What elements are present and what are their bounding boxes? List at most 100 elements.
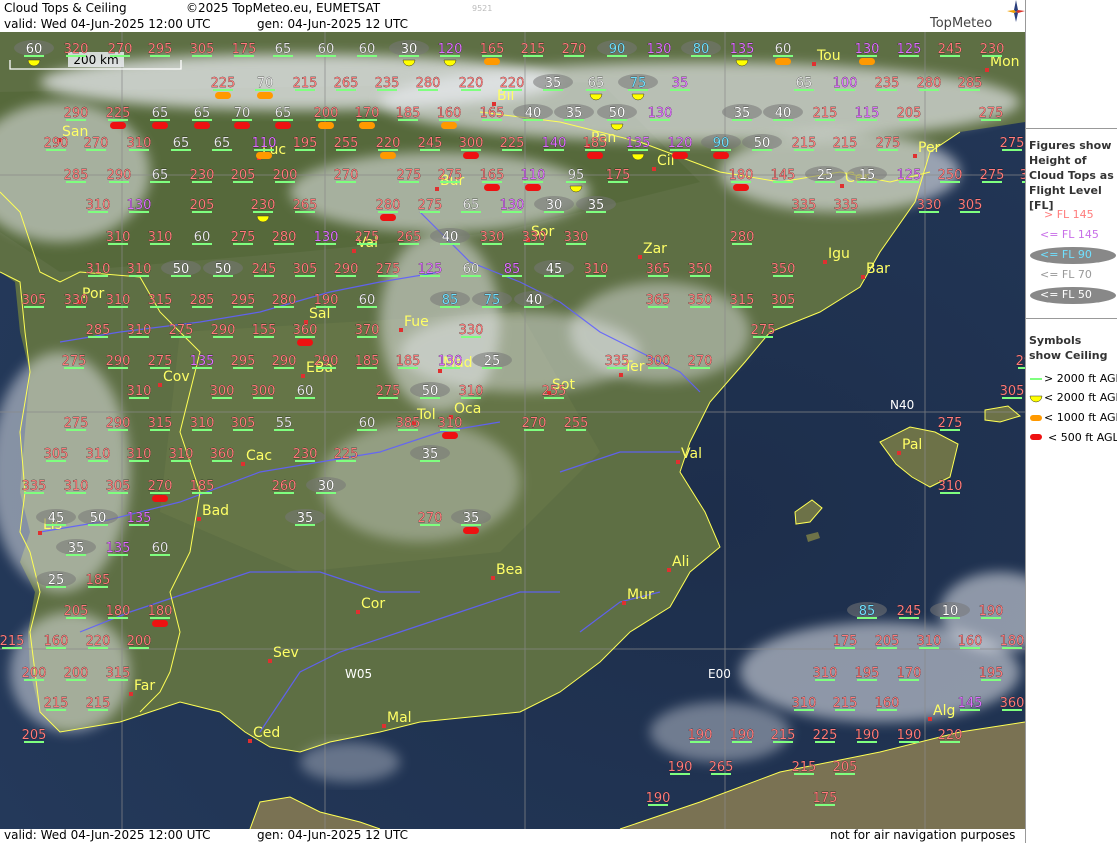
city-label[interactable]: Sev bbox=[273, 645, 299, 661]
cloud-top-value[interactable]: 120 bbox=[667, 136, 693, 151]
cloud-top-value[interactable]: 285 bbox=[85, 323, 111, 338]
cloud-top-value[interactable]: 35 bbox=[68, 541, 85, 556]
cloud-top-value[interactable]: 215 bbox=[791, 760, 817, 775]
cloud-top-value[interactable]: 205 bbox=[874, 634, 900, 649]
cloud-top-value[interactable]: 310 bbox=[126, 262, 152, 277]
cloud-top-value[interactable]: 205 bbox=[189, 198, 215, 213]
cloud-top-value[interactable]: 35 bbox=[422, 447, 439, 462]
cloud-top-value[interactable]: 310 bbox=[105, 230, 131, 245]
cloud-top-value[interactable]: 95 bbox=[568, 168, 585, 183]
cloud-top-value[interactable]: 25 bbox=[817, 168, 834, 183]
cloud-top-value[interactable]: 335 bbox=[21, 479, 47, 494]
cloud-top-value[interactable]: 305 bbox=[21, 293, 47, 308]
cloud-top-value[interactable]: 125 bbox=[896, 168, 922, 183]
cloud-top-value[interactable]: 275 bbox=[396, 168, 422, 183]
cloud-top-value[interactable]: 350 bbox=[687, 293, 713, 308]
cloud-top-value[interactable]: 275 bbox=[750, 323, 776, 338]
city-label[interactable]: Val bbox=[681, 446, 702, 462]
cloud-top-value[interactable]: 310 bbox=[437, 416, 463, 431]
cloud-top-value[interactable]: 205 bbox=[21, 728, 47, 743]
cloud-top-value[interactable]: 205 bbox=[896, 106, 922, 121]
cloud-top-value[interactable]: 310 bbox=[189, 416, 215, 431]
cloud-top-value[interactable]: 170 bbox=[354, 106, 380, 121]
cloud-top-value[interactable]: 175 bbox=[812, 791, 838, 806]
cloud-top-value[interactable]: 160 bbox=[43, 634, 69, 649]
cloud-top-value[interactable]: 10 bbox=[942, 604, 959, 619]
cloud-top-value[interactable]: 220 bbox=[375, 136, 401, 151]
cloud-top-value[interactable]: 305 bbox=[999, 384, 1025, 399]
cloud-top-value[interactable]: 225 bbox=[105, 106, 131, 121]
cloud-top-value[interactable]: 85 bbox=[859, 604, 876, 619]
cloud-top-value[interactable]: 335 bbox=[604, 354, 630, 369]
cloud-top-value[interactable]: 190 bbox=[645, 791, 671, 806]
city-label[interactable]: Cac bbox=[246, 448, 272, 464]
cloud-top-value[interactable]: 50 bbox=[609, 106, 626, 121]
cloud-top-value[interactable]: 60 bbox=[194, 230, 211, 245]
cloud-top-value[interactable]: 65 bbox=[173, 136, 190, 151]
cloud-top-value[interactable]: 40 bbox=[525, 106, 542, 121]
cloud-top-value[interactable]: 60 bbox=[318, 42, 335, 57]
cloud-top-value[interactable]: 255 bbox=[333, 136, 359, 151]
cloud-top-value[interactable]: 65 bbox=[214, 136, 231, 151]
cloud-top-value[interactable]: 45 bbox=[48, 511, 65, 526]
cloud-top-value[interactable]: 60 bbox=[297, 384, 314, 399]
cloud-top-value[interactable]: 300 bbox=[250, 384, 276, 399]
cloud-top-value[interactable]: 50 bbox=[754, 136, 771, 151]
cloud-top-value[interactable]: 310 bbox=[937, 479, 963, 494]
cloud-top-value[interactable]: 275 bbox=[437, 168, 463, 183]
cloud-top-value[interactable]: 350 bbox=[770, 262, 796, 277]
cloud-top-value[interactable]: 110 bbox=[520, 168, 546, 183]
cloud-top-value[interactable]: 310 bbox=[458, 384, 484, 399]
cloud-top-value[interactable]: 215 bbox=[812, 106, 838, 121]
cloud-top-value[interactable]: 260 bbox=[271, 479, 297, 494]
cloud-top-value[interactable]: 310 bbox=[147, 230, 173, 245]
cloud-top-value[interactable]: 145 bbox=[770, 168, 796, 183]
cloud-top-value[interactable]: 280 bbox=[271, 230, 297, 245]
cloud-top-value[interactable]: 30 bbox=[318, 479, 335, 494]
cloud-top-value[interactable]: 330 bbox=[63, 293, 89, 308]
cloud-top-value[interactable]: 220 bbox=[458, 76, 484, 91]
cloud-top-value[interactable]: 300 bbox=[458, 136, 484, 151]
cloud-top-value[interactable]: 70 bbox=[234, 106, 251, 121]
city-label[interactable]: Oca bbox=[454, 401, 481, 417]
cloud-top-value[interactable]: 220 bbox=[85, 634, 111, 649]
cloud-top-value[interactable]: 160 bbox=[436, 106, 462, 121]
map-canvas[interactable]: 200 km N40W05 E00 Tou MonBilPanPerSanLucCi… bbox=[0, 32, 1025, 829]
cloud-top-value[interactable]: 305 bbox=[43, 447, 69, 462]
cloud-top-value[interactable]: 295 bbox=[230, 293, 256, 308]
cloud-top-value[interactable]: 110 bbox=[251, 136, 277, 151]
cloud-top-value[interactable]: 310 bbox=[126, 323, 152, 338]
cloud-top-value[interactable]: 310 bbox=[126, 384, 152, 399]
cloud-top-value[interactable]: 290 bbox=[313, 354, 339, 369]
cloud-top-value[interactable]: 160 bbox=[957, 634, 983, 649]
cloud-top-value[interactable]: 265 bbox=[396, 230, 422, 245]
cloud-top-value[interactable]: 215 bbox=[520, 42, 546, 57]
cloud-top-value[interactable]: 130 bbox=[499, 198, 525, 213]
cloud-top-value[interactable]: 230 bbox=[292, 447, 318, 462]
cloud-top-value[interactable]: 185 bbox=[85, 573, 111, 588]
cloud-top-value[interactable]: 235 bbox=[374, 76, 400, 91]
cloud-top-value[interactable]: 200 bbox=[21, 666, 47, 681]
city-label[interactable]: Cor bbox=[361, 596, 385, 612]
city-label[interactable]: Fue bbox=[404, 314, 429, 330]
cloud-top-value[interactable]: 130 bbox=[854, 42, 880, 57]
cloud-top-value[interactable]: 90 bbox=[713, 136, 730, 151]
cloud-top-value[interactable]: 245 bbox=[417, 136, 443, 151]
cloud-top-value[interactable]: 275 bbox=[979, 168, 1005, 183]
cloud-top-value[interactable]: 65 bbox=[152, 168, 169, 183]
cloud-top-value[interactable]: 195 bbox=[978, 666, 1004, 681]
cloud-top-value[interactable]: 290 bbox=[43, 136, 69, 151]
cloud-top-value[interactable]: 65 bbox=[463, 198, 480, 213]
cloud-top-value[interactable]: 225 bbox=[210, 76, 236, 91]
cloud-top-value[interactable]: 305 bbox=[957, 198, 983, 213]
cloud-top-value[interactable]: 295 bbox=[147, 42, 173, 57]
cloud-top-value[interactable]: 65 bbox=[275, 42, 292, 57]
cloud-top-value[interactable]: 275 bbox=[999, 136, 1025, 151]
cloud-top-value[interactable]: 165 bbox=[479, 106, 505, 121]
cloud-top-value[interactable]: 310 bbox=[583, 262, 609, 277]
cloud-top-value[interactable]: 185 bbox=[189, 479, 215, 494]
cloud-top-value[interactable]: 350 bbox=[687, 262, 713, 277]
cloud-top-value[interactable]: 175 bbox=[832, 634, 858, 649]
cloud-top-value[interactable]: 365 bbox=[645, 293, 671, 308]
cloud-top-value[interactable]: 40 bbox=[442, 230, 459, 245]
